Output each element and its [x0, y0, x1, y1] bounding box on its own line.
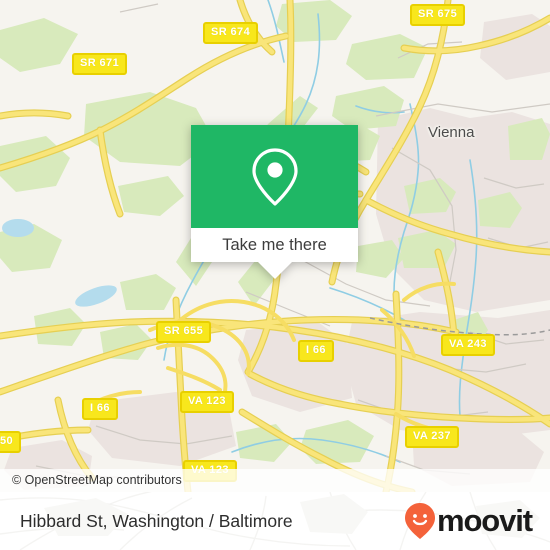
moovit-smiling-pin-icon — [404, 503, 435, 539]
road-shield-sr-674[interactable]: SR 674 — [203, 22, 259, 44]
road-shield-50[interactable]: 50 — [0, 431, 22, 453]
moovit-brand[interactable]: moovit — [404, 492, 533, 550]
take-me-there-label: Take me there — [222, 235, 327, 254]
location-title: Hibbard St, Washington / Baltimore — [20, 510, 293, 531]
road-shield-sr-655[interactable]: SR 655 — [156, 321, 212, 343]
map-pin-icon — [251, 147, 298, 206]
road-shield-sr-675[interactable]: SR 675 — [410, 4, 466, 26]
callout-pin-panel — [191, 125, 358, 228]
moovit-wordmark: moovit — [436, 502, 533, 538]
road-shield-va-237[interactable]: VA 237 — [405, 426, 459, 448]
road-shield-va-123-upper[interactable]: VA 123 — [180, 391, 234, 413]
place-label-vienna: Vienna — [428, 124, 475, 141]
callout-action-panel[interactable]: Take me there — [191, 228, 358, 279]
footer-bar: Hibbard St, Washington / Baltimore moovi… — [0, 492, 550, 550]
destination-callout[interactable]: Take me there — [191, 125, 358, 279]
road-shield-i-66-upper[interactable]: I 66 — [298, 340, 334, 362]
map-attribution[interactable]: © OpenStreetMap contributors — [0, 469, 550, 492]
road-shield-i-66-lower[interactable]: I 66 — [82, 398, 118, 420]
road-shield-sr-671[interactable]: SR 671 — [72, 53, 128, 75]
map-screen: Vienna SR 675 SR 674 SR 671 SR 655 I 66 … — [0, 0, 550, 550]
callout-tail — [257, 262, 292, 279]
road-shield-va-243[interactable]: VA 243 — [441, 334, 495, 356]
